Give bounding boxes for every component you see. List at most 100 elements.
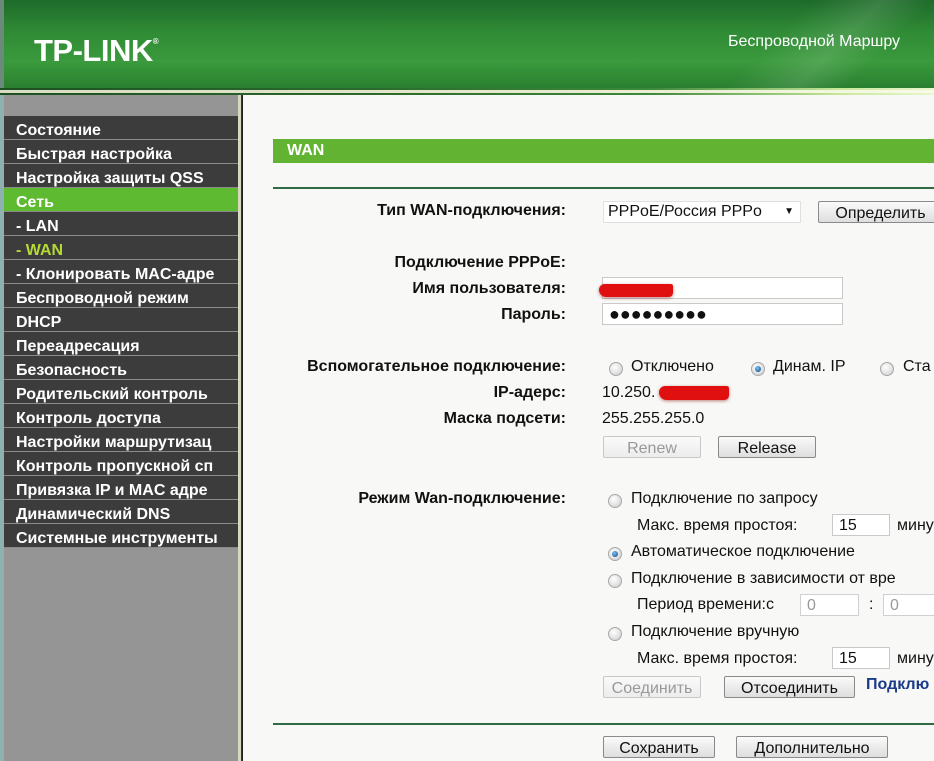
ip-address-value: 10.250. [602,384,656,401]
sidebar-item[interactable]: Контроль доступа [4,404,238,428]
sidebar-item[interactable]: Системные инструменты [4,524,238,548]
sidebar-item[interactable]: Привязка IP и MAC адре [4,476,238,500]
sidebar-menu: Состояние Быстрая настройка Настройка защи… [4,116,238,548]
redacted-username [599,284,673,297]
idle-time-unit-2: мину [897,650,934,667]
wan-type-select[interactable]: PPPoE/Россия PPPo ▼ [603,201,801,223]
top-divider [273,187,934,189]
radio-connect-auto-label: Автоматическое подключение [631,543,855,560]
radio-connect-manual[interactable] [608,627,622,641]
wan-mode-label: Режим Wan-подключение: [358,490,566,507]
radio-connect-manual-label: Подключение вручную [631,623,800,640]
sidebar-item-label: Родительский контроль [16,386,208,403]
bottom-divider [273,723,934,725]
period-separator: : [869,596,874,613]
idle-time-input-2[interactable]: 15 [832,647,890,669]
radio-secondary-static-ip[interactable] [880,362,894,376]
period-from-input[interactable]: 0 [800,594,859,616]
sidebar-item[interactable]: Контроль пропускной сп [4,452,238,476]
sidebar-item[interactable]: Переадресация [4,332,238,356]
sidebar-item-label: Настройка защиты QSS [16,170,204,187]
period-to-input[interactable]: 0 [883,594,934,616]
sidebar-item[interactable]: Беспроводной режим [4,284,238,308]
header-divider [0,88,934,95]
sidebar-item-label: Безопасность [16,362,127,379]
sidebar-item-label: Контроль доступа [16,410,161,427]
main-content: WAN Тип WAN-подключения: PPPoE/Россия PP… [242,95,934,761]
redacted-ip [659,386,729,400]
sidebar-item[interactable]: Быстрая настройка [4,140,238,164]
release-button[interactable]: Release [718,436,816,458]
registered-mark: ® [152,37,159,46]
idle-time-unit-1: мину [897,517,934,534]
connection-status-link[interactable]: Подклю [866,676,929,694]
advanced-button[interactable]: Дополнительно [736,736,888,758]
radio-secondary-disabled-label: Отключено [631,358,714,375]
sidebar-item[interactable]: Сеть [4,188,238,212]
renew-button[interactable]: Renew [603,436,701,458]
tp-link-logo: TP-LINK® [34,33,159,69]
sidebar-item-label: Состояние [16,122,101,139]
sidebar-item-label: Привязка IP и MAC адре [16,482,208,499]
subnet-mask-label: Маска подсети: [443,410,566,427]
radio-secondary-dynamic-ip[interactable] [751,362,765,376]
sidebar-item[interactable]: DHCP [4,308,238,332]
sidebar: Состояние Быстрая настройка Настройка защи… [0,95,242,761]
username-label: Имя пользователя: [412,280,566,297]
wan-type-value: PPPoE/Россия PPPo [608,203,762,220]
sidebar-item-label: - LAN [16,218,59,235]
sidebar-item[interactable]: Родительский контроль [4,380,238,404]
chevron-down-icon: ▼ [784,206,794,217]
sidebar-item[interactable]: - WAN [4,236,238,260]
radio-connect-on-demand-label: Подключение по запросу [631,490,818,507]
section-title: WAN [287,142,325,159]
radio-secondary-dynamic-ip-label: Динам. IP [773,358,846,375]
radio-connect-time-based-label: Подключение в зависимости от вре [631,570,896,587]
sidebar-item-label: - Клонировать MAC-адре [16,266,215,283]
wan-type-label: Тип WAN-подключения: [377,202,566,219]
sidebar-item[interactable]: - LAN [4,212,238,236]
sidebar-item[interactable]: Состояние [4,116,238,140]
sidebar-item[interactable]: Настройки маршрутизац [4,428,238,452]
idle-time-label-2: Макс. время простоя: [637,650,798,667]
detect-button[interactable]: Определить [818,201,934,223]
password-value: ●●●●●●●●● [609,304,707,324]
radio-connect-time-based[interactable] [608,574,622,588]
idle-time-value-1: 15 [839,517,857,534]
period-from-value: 0 [807,597,816,614]
sidebar-item[interactable]: Настройка защиты QSS [4,164,238,188]
secondary-connection-label: Вспомогательное подключение: [307,358,566,375]
sidebar-item-label: Беспроводной режим [16,290,189,307]
connect-button[interactable]: Соединить [603,676,701,698]
idle-time-label-1: Макс. время простоя: [637,517,798,534]
period-to-value: 0 [890,597,899,614]
sidebar-item-label: Динамический DNS [16,506,171,523]
sidebar-item-label: Системные инструменты [16,530,218,547]
sidebar-item-label: Быстрая настройка [16,146,172,163]
sidebar-item-label: DHCP [16,314,62,331]
radio-connect-on-demand[interactable] [608,494,622,508]
radio-secondary-disabled[interactable] [609,362,623,376]
sidebar-item-label: Сеть [16,194,54,211]
sidebar-item-label: Настройки маршрутизац [16,434,212,451]
radio-secondary-static-ip-label: Ста [903,358,931,375]
header-banner: TP-LINK® Беспроводной Маршру [0,0,934,88]
sidebar-item-label: - WAN [16,242,64,259]
password-label: Пароль: [501,306,566,323]
sidebar-item[interactable]: Безопасность [4,356,238,380]
pppoe-heading: Подключение PPPoE: [394,254,566,271]
radio-connect-auto[interactable] [608,547,622,561]
logo-text: TP-LINK [34,33,153,68]
section-title-bar: WAN [273,139,934,163]
sidebar-item-label: Контроль пропускной сп [16,458,214,475]
save-button[interactable]: Сохранить [603,736,715,758]
header-title: Беспроводной Маршру [728,33,901,50]
disconnect-button[interactable]: Отсоединить [724,676,855,698]
subnet-mask-value: 255.255.255.0 [602,410,705,427]
idle-time-input-1[interactable]: 15 [832,514,890,536]
sidebar-item[interactable]: Динамический DNS [4,500,238,524]
password-input[interactable]: ●●●●●●●●● [602,303,843,325]
sidebar-item-label: Переадресация [16,338,140,355]
period-label: Период времени:с [637,596,774,613]
sidebar-item[interactable]: - Клонировать MAC-адре [4,260,238,284]
